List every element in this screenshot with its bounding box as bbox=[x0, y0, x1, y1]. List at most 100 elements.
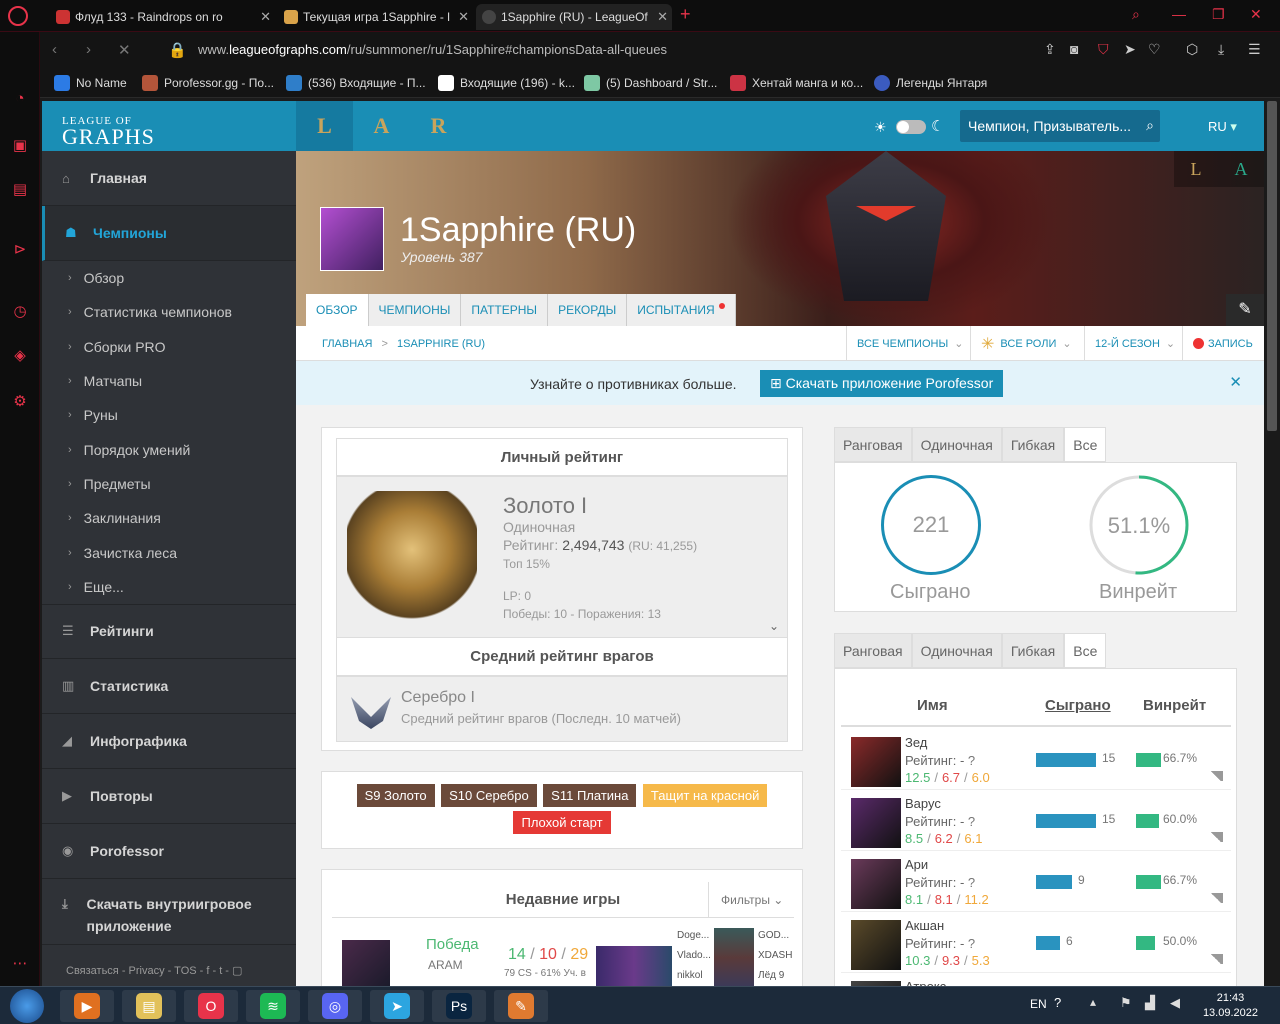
close-icon[interactable]: ✕ bbox=[458, 9, 469, 25]
player-name[interactable]: nikkol bbox=[677, 966, 711, 986]
scrollbar-thumb[interactable] bbox=[1267, 101, 1277, 431]
menu-statistics[interactable]: ▥ Статистика bbox=[42, 659, 296, 714]
tab-challenges[interactable]: ИСПЫТАНИЯ bbox=[627, 294, 736, 326]
record-button[interactable]: ЗАПИСЬ bbox=[1182, 326, 1264, 361]
flag-icon[interactable]: ⚑ bbox=[1120, 995, 1132, 1011]
tab-ranked[interactable]: Ранговая bbox=[834, 633, 912, 668]
player-name[interactable]: XDASH bbox=[758, 946, 792, 966]
menu-replays[interactable]: ▶ Повторы bbox=[42, 769, 296, 824]
minimize-icon[interactable]: — bbox=[1172, 6, 1186, 22]
submenu-runes[interactable]: › Руны bbox=[42, 398, 296, 432]
send-icon[interactable]: ➤ bbox=[1124, 41, 1136, 58]
close-window-icon[interactable]: ✕ bbox=[1250, 6, 1262, 23]
breadcrumb-home[interactable]: ГЛАВНАЯ bbox=[322, 338, 372, 350]
menu-download-app[interactable]: ⤓ Скачать внутриигровое приложение bbox=[42, 879, 296, 945]
submenu-items[interactable]: › Предметы bbox=[42, 467, 296, 501]
taskbar-app-5[interactable]: ➤ bbox=[370, 990, 424, 1022]
table-row[interactable]: Атрокс bbox=[841, 973, 1231, 987]
tab-records[interactable]: РЕКОРДЫ bbox=[548, 294, 628, 326]
badge-s9[interactable]: S9 Золото bbox=[356, 784, 435, 807]
maximize-icon[interactable]: ❐ bbox=[1212, 6, 1225, 23]
col-name[interactable]: Имя bbox=[917, 697, 948, 714]
help-icon[interactable]: ? bbox=[964, 936, 975, 951]
tab-lol-icon[interactable]: L bbox=[296, 101, 353, 151]
more-icon[interactable]: ⋯ bbox=[10, 954, 30, 974]
site-logo[interactable]: LEAGUE OF GRAPHS bbox=[42, 101, 296, 151]
champion-name[interactable]: Акшан bbox=[905, 918, 944, 933]
edit-icon[interactable]: ✎ bbox=[1226, 294, 1264, 326]
settings-icon[interactable]: ⚙ bbox=[10, 392, 30, 412]
download-icon[interactable]: ⤓ bbox=[1218, 41, 1224, 58]
champion-name[interactable]: Варус bbox=[905, 796, 941, 811]
graph-icon[interactable] bbox=[1209, 771, 1223, 781]
badge-s11[interactable]: S11 Платина bbox=[543, 784, 637, 807]
lol-icon[interactable]: L bbox=[1191, 159, 1202, 180]
taskbar-app-3[interactable]: ≋ bbox=[246, 990, 300, 1022]
new-tab-button[interactable]: + bbox=[680, 4, 691, 25]
player-name[interactable]: Doge... bbox=[677, 926, 711, 946]
submenu-spells[interactable]: › Заклинания bbox=[42, 501, 296, 535]
badge-s10[interactable]: S10 Серебро bbox=[441, 784, 537, 807]
menu-champions[interactable]: ☗ Чемпионы bbox=[42, 206, 296, 261]
tab-tft-icon[interactable]: A bbox=[353, 101, 410, 151]
tab-flex[interactable]: Гибкая bbox=[1001, 633, 1065, 668]
tft-icon[interactable]: A bbox=[1235, 159, 1248, 180]
start-button[interactable] bbox=[10, 989, 44, 1023]
bookmark-legends[interactable]: Легенды Янтаря bbox=[874, 75, 987, 91]
submenu-matchups[interactable]: › Матчапы bbox=[42, 364, 296, 398]
extension-cube-icon[interactable]: ⬡ bbox=[1186, 41, 1198, 58]
download-porofessor-button[interactable]: ⊞ Скачать приложение Porofessor bbox=[760, 370, 1004, 397]
bookmark-porofessor[interactable]: Porofessor.gg - По... bbox=[142, 75, 274, 91]
url-field[interactable]: www.leagueofgraphs.com/ru/summoner/ru/1S… bbox=[198, 42, 667, 57]
network-icon[interactable]: ▟ bbox=[1145, 995, 1155, 1011]
taskbar-app-7[interactable]: ✎ bbox=[494, 990, 548, 1022]
champion-portrait[interactable] bbox=[851, 859, 901, 909]
taskbar-app-2[interactable]: O bbox=[184, 990, 238, 1022]
tab-current-game[interactable]: Текущая игра 1Sapphire - l ✕ bbox=[278, 4, 473, 30]
chevron-down-icon[interactable]: ⌄ bbox=[769, 619, 779, 633]
close-icon[interactable]: ✕ bbox=[657, 9, 668, 25]
graph-icon[interactable] bbox=[1209, 954, 1223, 964]
badge-carry-red[interactable]: Тащит на красной bbox=[642, 784, 768, 807]
player-name[interactable]: Лёд 9 bbox=[758, 966, 792, 986]
submenu-jungle[interactable]: › Зачистка леса bbox=[42, 535, 296, 569]
table-row[interactable]: Зед Рейтинг: - ? 12.5/6.7/6.0 15 66.7% bbox=[841, 729, 1231, 790]
player-name[interactable]: GOD... bbox=[758, 926, 792, 946]
scrollbar[interactable] bbox=[1264, 101, 1280, 987]
bookmark-manga[interactable]: Хентай манга и ко... bbox=[730, 75, 863, 91]
opera-logo-icon[interactable] bbox=[8, 6, 28, 26]
help-icon[interactable]: ? bbox=[964, 875, 975, 890]
tab-patterns[interactable]: ПАТТЕРНЫ bbox=[461, 294, 549, 326]
close-icon[interactable]: ✕ bbox=[1229, 373, 1242, 391]
filter-all-champions[interactable]: ВСЕ ЧЕМПИОНЫ ⌄ bbox=[846, 326, 973, 361]
tab-solo[interactable]: Одиночная bbox=[911, 633, 1002, 668]
champion-icon[interactable] bbox=[342, 940, 390, 987]
champion-portrait[interactable] bbox=[851, 737, 901, 787]
tab-all[interactable]: Все bbox=[1064, 633, 1107, 668]
submenu-overview[interactable]: › Обзор bbox=[42, 261, 296, 295]
taskbar-app-4[interactable]: ◎ bbox=[308, 990, 362, 1022]
menu-infographics[interactable]: ◢ Инфографика bbox=[42, 714, 296, 769]
bookmark-gmail[interactable]: Входящие (196) - k... bbox=[438, 75, 575, 91]
champion-portrait[interactable] bbox=[851, 920, 901, 970]
adblock-icon[interactable]: ⛉ bbox=[1098, 41, 1109, 58]
table-row[interactable]: Варус Рейтинг: - ? 8.5/6.2/6.1 15 60.0% bbox=[841, 790, 1231, 851]
taskbar-app-0[interactable]: ▶ bbox=[60, 990, 114, 1022]
bag-icon[interactable]: ▣ bbox=[10, 136, 30, 156]
help-icon[interactable]: ? bbox=[1054, 995, 1061, 1010]
heart-icon[interactable]: ♡ bbox=[1148, 41, 1161, 58]
col-winrate[interactable]: Винрейт bbox=[1143, 697, 1206, 714]
table-row[interactable]: Акшан Рейтинг: - ? 10.3/9.3/5.3 6 50.0% bbox=[841, 912, 1231, 973]
taskbar-app-6[interactable]: Ps bbox=[432, 990, 486, 1022]
tab-runeterra-icon[interactable]: R bbox=[410, 101, 467, 151]
close-icon[interactable]: ✕ bbox=[260, 9, 271, 25]
filter-all-roles[interactable]: ✳ ВСЕ РОЛИ ⌄ bbox=[970, 326, 1082, 361]
tab-flood[interactable]: Флуд 133 - Raindrops on ro ✕ bbox=[50, 4, 275, 30]
lock-icon[interactable]: 🔒 bbox=[168, 41, 187, 59]
graph-icon[interactable] bbox=[1209, 893, 1223, 903]
share-icon[interactable]: ⇪ bbox=[1044, 41, 1056, 58]
menu-porofessor[interactable]: ◉ Porofessor bbox=[42, 824, 296, 879]
twitch-icon[interactable]: ▤ bbox=[10, 180, 30, 200]
language-select[interactable]: RU ▾ bbox=[1208, 119, 1237, 135]
tab-leagueofgraphs[interactable]: 1Sapphire (RU) - LeagueOf ✕ bbox=[476, 4, 672, 30]
